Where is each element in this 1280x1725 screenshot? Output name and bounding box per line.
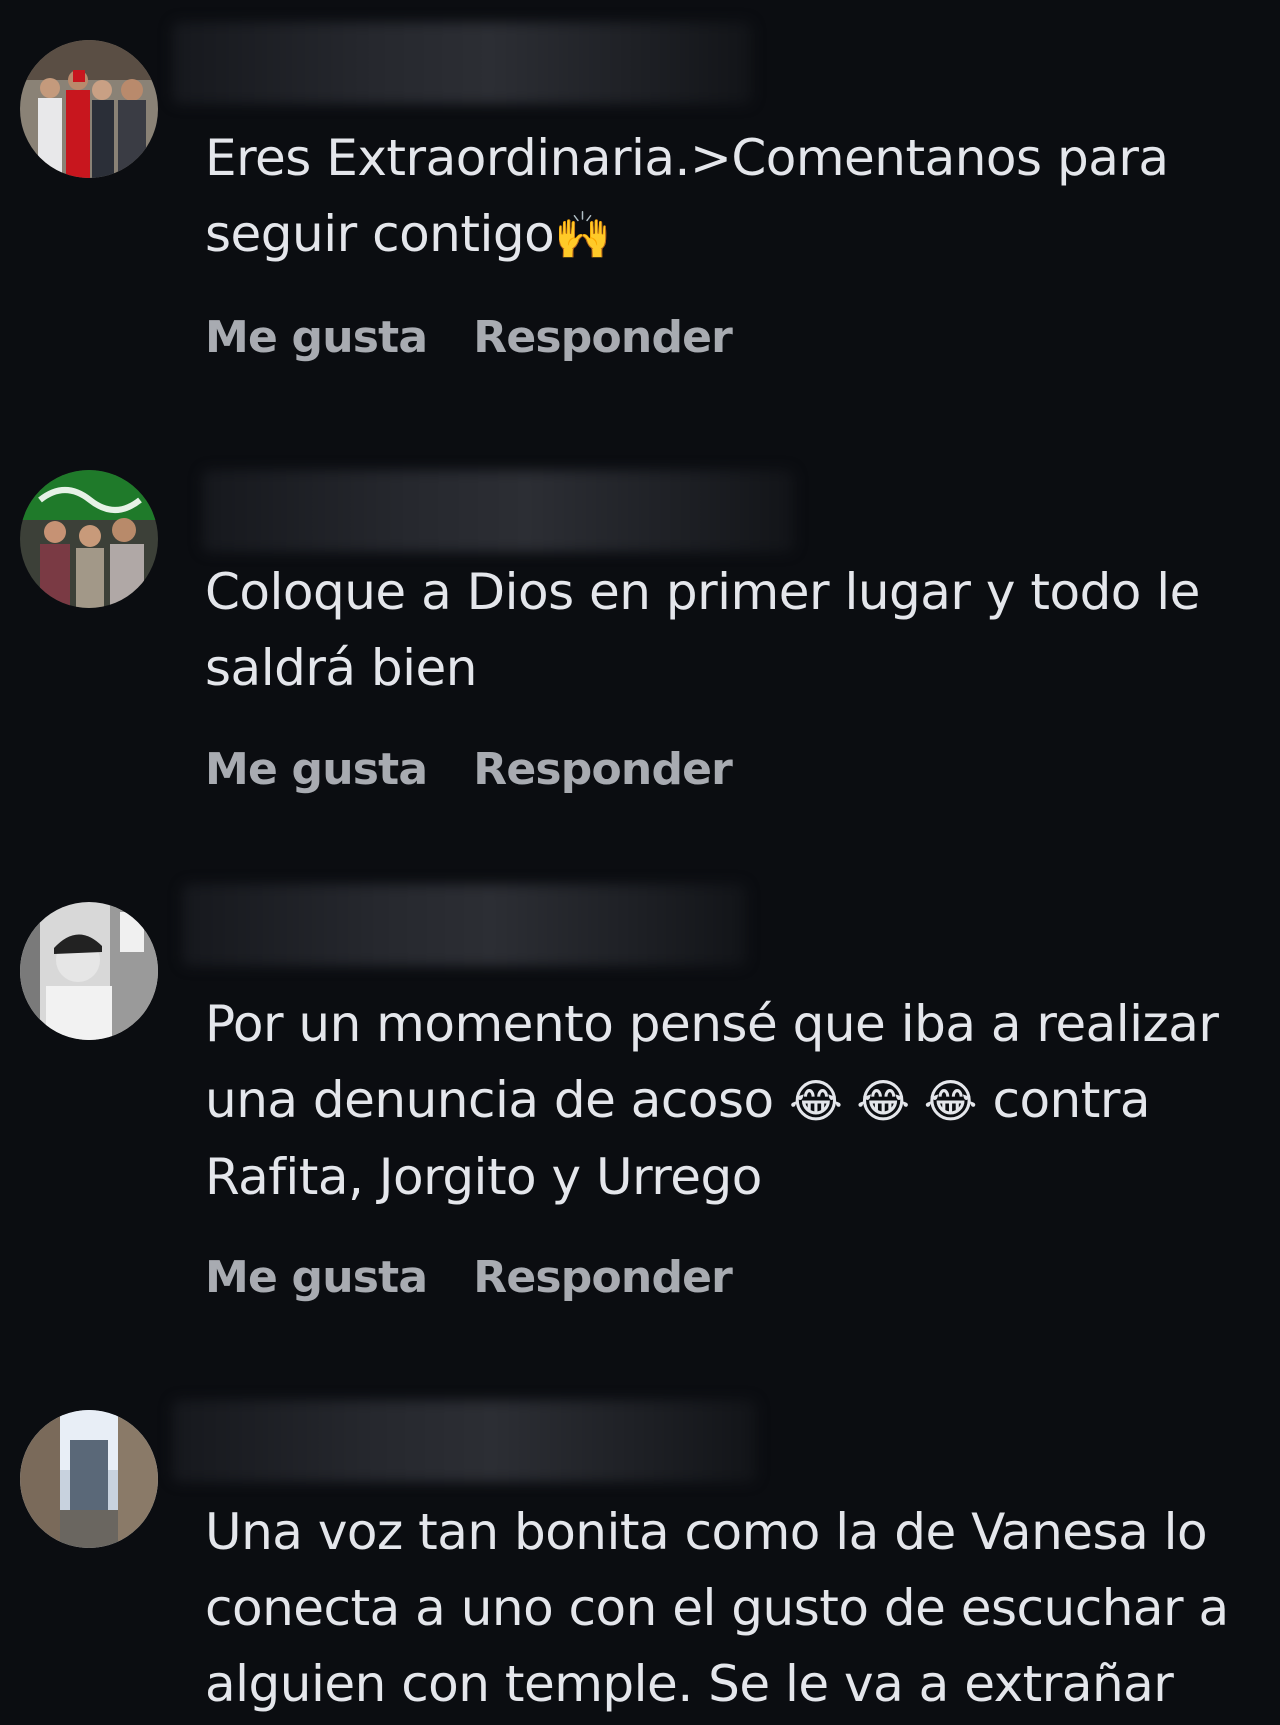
comment-text-line: Por un momento pensé que iba a realizar <box>205 995 1219 1053</box>
group-photo-avatar-icon <box>20 40 158 178</box>
comment-text: Una voz tan bonita como la de Vanesa lo … <box>205 1494 1280 1722</box>
grayscale-portrait-avatar-icon <box>20 902 158 1040</box>
laughing-tears-emoji-icon: 😂 😂 😂 <box>789 1074 978 1128</box>
author-name-blurred[interactable] <box>202 470 794 552</box>
author-name-blurred[interactable] <box>172 22 752 104</box>
avatar[interactable] <box>20 40 158 178</box>
comment-actions: Me gusta Responder <box>205 312 733 363</box>
reply-button[interactable]: Responder <box>473 312 733 363</box>
street-photo-avatar-icon <box>20 1410 158 1548</box>
comment-text-line: seguir contigo <box>205 205 555 263</box>
author-name-blurred[interactable] <box>172 1400 756 1482</box>
comment-text: Coloque a Dios en primer lugar y todo le… <box>205 554 1280 706</box>
comment-actions: Me gusta Responder <box>205 744 733 795</box>
raised-hands-emoji-icon: 🙌 <box>554 208 611 262</box>
comment-text: Por un momento pensé que iba a realizar … <box>205 986 1280 1215</box>
comment-text-line: conecta a uno con el gusto de escuchar a <box>205 1579 1229 1637</box>
comment-text-line: una denuncia de acoso <box>205 1071 774 1129</box>
avatar[interactable] <box>20 1410 158 1548</box>
comment-text-line: saldrá bien <box>205 639 478 697</box>
reply-button[interactable]: Responder <box>473 1252 733 1303</box>
comment-text-line: Rafita, Jorgito y Urrego <box>205 1148 762 1206</box>
comment-text-line: alguien con temple. Se le va a extrañar <box>205 1655 1174 1713</box>
comment-actions: Me gusta Responder <box>205 1252 733 1303</box>
avatar[interactable] <box>20 470 158 608</box>
like-button[interactable]: Me gusta <box>205 744 428 795</box>
author-name-blurred[interactable] <box>182 884 746 966</box>
avatar[interactable] <box>20 902 158 1040</box>
comment-text-line: contra <box>992 1071 1151 1129</box>
comment-text-line: Eres Extraordinaria.>Comentanos para <box>205 129 1169 187</box>
reply-button[interactable]: Responder <box>473 744 733 795</box>
comment-text: Eres Extraordinaria.>Comentanos para seg… <box>205 120 1280 273</box>
comment-text-line: Coloque a Dios en primer lugar y todo le <box>205 563 1200 621</box>
like-button[interactable]: Me gusta <box>205 1252 428 1303</box>
like-button[interactable]: Me gusta <box>205 312 428 363</box>
family-photo-avatar-icon <box>20 470 158 608</box>
comment-text-line: Una voz tan bonita como la de Vanesa lo <box>205 1503 1208 1561</box>
